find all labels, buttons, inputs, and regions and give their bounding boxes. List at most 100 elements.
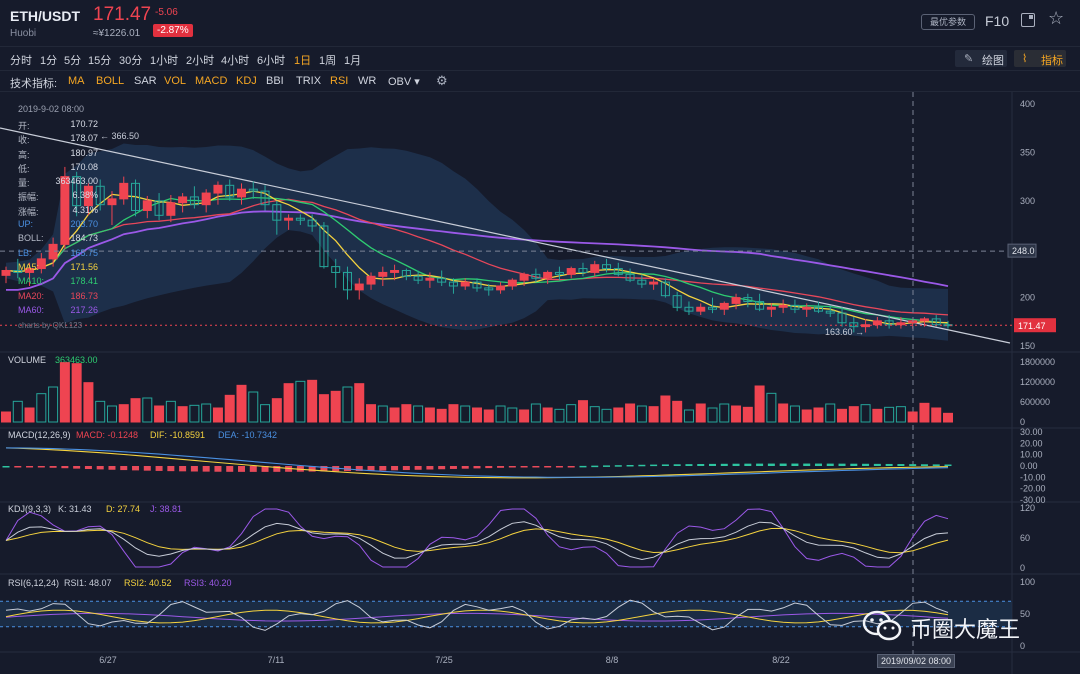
candle-body [178, 196, 188, 204]
f10-button[interactable]: F10 [985, 13, 1009, 29]
macd-histogram-bar [579, 465, 587, 468]
indicator-ma[interactable]: MA [68, 75, 85, 87]
indicator-trix[interactable]: TRIX [296, 75, 321, 87]
price-axis-label: 400 [1020, 99, 1035, 109]
macd-histogram-bar [909, 464, 917, 466]
macd-axis-label: 30.00 [1020, 427, 1043, 437]
indicator-sar[interactable]: SAR [134, 75, 157, 87]
indicator-wr[interactable]: WR [358, 75, 376, 87]
candle-body [919, 318, 929, 322]
macd-histogram-bar [379, 466, 387, 471]
gear-icon[interactable]: ⚙ [436, 73, 448, 89]
macd-histogram-bar [614, 465, 622, 467]
fullscreen-icon[interactable] [1021, 13, 1035, 27]
tf-item[interactable]: 6小时 [257, 52, 285, 68]
volume-bar [36, 393, 47, 423]
volume-bar [648, 406, 659, 423]
candle-body [731, 297, 741, 304]
rsi-axis-label: 50 [1020, 609, 1030, 619]
info-value: 184.73 [70, 233, 98, 244]
volume-bar [342, 386, 353, 423]
candle-body [507, 279, 517, 287]
info-row: 开: 170.72 [8, 119, 108, 133]
macd-histogram-bar [756, 463, 764, 466]
tf-item[interactable]: 4小时 [221, 52, 249, 68]
volume-bar [389, 407, 400, 423]
macd-histogram-bar [120, 466, 128, 471]
volume-bar [825, 403, 836, 423]
price-chart[interactable]: 400350300250200150248.0171.47163.60 →← 3… [0, 92, 1080, 674]
tf-item[interactable]: 1分 [40, 52, 57, 68]
volume-bar [837, 408, 848, 423]
tf-item-active[interactable]: 1日 [294, 52, 311, 68]
volume-bar [318, 394, 329, 423]
tf-item[interactable]: 30分 [119, 52, 142, 68]
favorite-star-icon[interactable]: ☆ [1048, 8, 1064, 29]
candle-body [519, 273, 529, 281]
volume-bar [872, 408, 883, 423]
volume-bar [248, 391, 259, 423]
volume-bar [1, 411, 11, 423]
candle-body [460, 281, 470, 287]
info-key: BOLL: [18, 233, 44, 244]
macd-histogram-bar [202, 466, 210, 472]
indicator-obv-dropdown[interactable]: OBV ▾ [388, 75, 420, 88]
macd-value: MACD: -0.1248 [76, 430, 138, 440]
info-key: 振幅: [18, 192, 39, 203]
low-price-label: 163.60 → [825, 327, 864, 337]
draw-button[interactable]: ✎ 绘图 [955, 50, 1007, 67]
macd-axis-label: -20.00 [1020, 484, 1046, 494]
tf-item[interactable]: 1周 [319, 52, 336, 68]
info-row: 振幅: 6.38% [8, 190, 108, 204]
info-row: UP: 203.70 [8, 219, 108, 233]
info-value: 363463.00 [55, 176, 98, 187]
volume-bar [448, 404, 459, 423]
candle-body [896, 322, 906, 326]
indicator-vol[interactable]: VOL [164, 75, 186, 87]
volume-axis-label: 1800000 [1020, 357, 1055, 367]
macd-axis-label: 10.00 [1020, 450, 1043, 460]
rsi3-value: RSI3: 40.20 [184, 578, 232, 588]
indicator-button[interactable]: ⌇ 指标 [1014, 50, 1066, 67]
macd-histogram-bar [438, 466, 446, 470]
macd-histogram-bar [709, 463, 716, 466]
tf-item[interactable]: 15分 [88, 52, 111, 68]
indicator-boll[interactable]: BOLL [96, 75, 124, 87]
macd-histogram-bar [132, 466, 140, 471]
candle-body [719, 302, 729, 310]
indicator-macd[interactable]: MACD [195, 75, 227, 87]
candle-body [378, 271, 388, 277]
dea-value: DEA: -10.7342 [218, 430, 277, 440]
volume-bar [577, 400, 588, 423]
wechat-icon [862, 610, 902, 641]
volume-bar [860, 404, 871, 423]
info-date: 2019-9-02 08:00 [18, 104, 85, 114]
volume-bar [260, 404, 271, 423]
macd-histogram-bar [26, 466, 34, 468]
optimal-params-button[interactable]: 最优参数 [921, 14, 975, 30]
indicator-bbi[interactable]: BBI [266, 75, 284, 87]
tf-item[interactable]: 1小时 [150, 52, 178, 68]
volume-bar [801, 409, 812, 423]
tf-item[interactable]: 1月 [344, 52, 361, 68]
info-row: MA20: 186.73 [8, 291, 108, 305]
volume-bar [683, 409, 694, 423]
volume-bar [24, 407, 35, 423]
indicator-rsi[interactable]: RSI [330, 75, 348, 87]
tf-item[interactable]: 分时 [10, 52, 32, 68]
macd-histogram-bar [862, 463, 870, 466]
macd-histogram-bar [932, 464, 940, 466]
macd-histogram-bar [591, 465, 599, 468]
macd-histogram-bar [544, 466, 552, 468]
macd-histogram-bar [108, 466, 116, 470]
info-key: MA5: [18, 261, 40, 272]
info-row: MA10: 178.41 [8, 276, 108, 290]
volume-bar [778, 403, 789, 423]
tf-item[interactable]: 5分 [64, 52, 81, 68]
dif-line [5, 447, 949, 479]
volume-bar [59, 362, 70, 423]
macd-histogram-bar [885, 463, 893, 466]
indicator-kdj[interactable]: KDJ [236, 75, 257, 87]
tf-item[interactable]: 2小时 [186, 52, 214, 68]
volume-bar [283, 383, 294, 423]
